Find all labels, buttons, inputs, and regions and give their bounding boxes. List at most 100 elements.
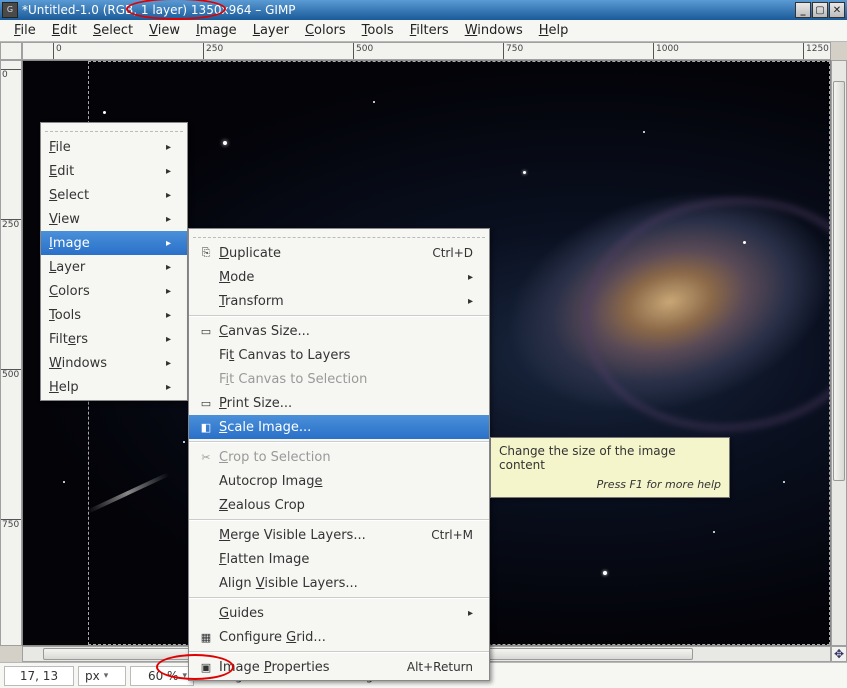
status-unit-select[interactable]: px▾ <box>78 666 126 686</box>
chevron-right-icon: ▸ <box>444 296 473 307</box>
status-zoom-select[interactable]: 60 %▾ <box>130 666 194 686</box>
maximize-button[interactable]: ▢ <box>812 2 828 18</box>
menu-item-help[interactable]: Help▸ <box>41 375 187 399</box>
chevron-right-icon: ▸ <box>142 382 171 393</box>
ruler-origin[interactable] <box>0 42 22 60</box>
menubar-item-file[interactable]: File <box>6 21 44 40</box>
menu-item-file[interactable]: File▸ <box>41 135 187 159</box>
ruler-tick: 0 <box>53 43 62 59</box>
tooltip-subtitle: Press F1 for more help <box>499 478 721 491</box>
close-button[interactable]: ✕ <box>829 2 845 18</box>
app-icon: G <box>2 2 18 18</box>
menu-item-autocrop-image[interactable]: Autocrop Image <box>189 469 489 493</box>
menubar: FileEditSelectViewImageLayerColorsToolsF… <box>0 20 847 42</box>
menu-item-mode[interactable]: Mode▸ <box>189 265 489 289</box>
menu-shortcut: Ctrl+M <box>407 528 473 542</box>
menu-item-scale-image[interactable]: ◧Scale Image... <box>189 415 489 439</box>
menu-item-align-visible-layers[interactable]: Align Visible Layers... <box>189 571 489 595</box>
chevron-right-icon: ▸ <box>142 214 171 225</box>
menu-shortcut: Ctrl+D <box>408 246 473 260</box>
menu-item-icon: ✂ <box>197 451 215 464</box>
chevron-right-icon: ▸ <box>142 334 171 345</box>
menubar-item-colors[interactable]: Colors <box>297 21 354 40</box>
menu-separator <box>189 441 489 443</box>
menu-separator <box>189 597 489 599</box>
chevron-right-icon: ▸ <box>142 142 171 153</box>
ruler-tick: 0 <box>1 69 21 80</box>
chevron-right-icon: ▸ <box>142 286 171 297</box>
menubar-item-filters[interactable]: Filters <box>402 21 457 40</box>
menubar-item-layer[interactable]: Layer <box>245 21 297 40</box>
chevron-right-icon: ▸ <box>444 608 473 619</box>
scrollbar-thumb[interactable] <box>833 81 845 481</box>
chevron-right-icon: ▸ <box>142 358 171 369</box>
chevron-right-icon: ▸ <box>444 272 473 283</box>
ruler-vertical[interactable]: 0 250 500 750 <box>0 60 22 646</box>
window-titlebar: G *Untitled-1.0 (RGB, 1 layer) 1350x964 … <box>0 0 847 20</box>
menu-item-icon: ▦ <box>197 631 215 644</box>
menu-item-select[interactable]: Select▸ <box>41 183 187 207</box>
ruler-tick: 750 <box>503 43 523 59</box>
ruler-tick: 500 <box>353 43 373 59</box>
tooltip: Change the size of the image content Pre… <box>490 437 730 498</box>
menu-shortcut: Alt+Return <box>383 660 473 674</box>
menu-item-guides[interactable]: Guides▸ <box>189 601 489 625</box>
menu-tearoff[interactable] <box>45 124 183 132</box>
menu-item-duplicate[interactable]: ⎘DuplicateCtrl+D <box>189 241 489 265</box>
menubar-item-image[interactable]: Image <box>188 21 245 40</box>
ruler-tick: 1000 <box>653 43 679 59</box>
workspace: 0 250 500 750 1000 1250 0 250 500 750 ✥ File▸Edi… <box>0 42 847 662</box>
menu-item-windows[interactable]: Windows▸ <box>41 351 187 375</box>
ruler-tick: 500 <box>1 369 21 380</box>
ruler-tick: 1250 <box>803 43 829 59</box>
context-menu-image: ⎘DuplicateCtrl+DMode▸Transform▸ ▭Canvas S… <box>188 228 490 681</box>
menu-item-icon: ▭ <box>197 325 215 338</box>
menu-item-configure-grid[interactable]: ▦Configure Grid... <box>189 625 489 649</box>
chevron-right-icon: ▸ <box>142 166 171 177</box>
menu-item-icon: ▣ <box>197 661 215 674</box>
menubar-item-windows[interactable]: Windows <box>457 21 531 40</box>
menu-item-image[interactable]: Image▸ <box>41 231 187 255</box>
menu-item-flatten-image[interactable]: Flatten Image <box>189 547 489 571</box>
scrollbar-vertical[interactable] <box>831 60 847 646</box>
menu-item-print-size[interactable]: ▭Print Size... <box>189 391 489 415</box>
menu-item-crop-to-selection: ✂Crop to Selection <box>189 445 489 469</box>
menu-item-colors[interactable]: Colors▸ <box>41 279 187 303</box>
menu-separator <box>189 651 489 653</box>
chevron-down-icon: ▾ <box>104 671 109 681</box>
menu-item-canvas-size[interactable]: ▭Canvas Size... <box>189 319 489 343</box>
nav-corner-icon[interactable]: ✥ <box>831 646 847 662</box>
menu-item-layer[interactable]: Layer▸ <box>41 255 187 279</box>
minimize-button[interactable]: _ <box>795 2 811 18</box>
ruler-tick: 250 <box>1 219 21 230</box>
menu-item-icon: ⎘ <box>197 246 215 260</box>
menu-item-icon: ◧ <box>197 421 215 434</box>
chevron-down-icon: ▾ <box>182 671 187 681</box>
context-menu-main: File▸Edit▸Select▸View▸Image▸Layer▸Colors… <box>40 122 188 401</box>
menu-item-filters[interactable]: Filters▸ <box>41 327 187 351</box>
menu-item-tools[interactable]: Tools▸ <box>41 303 187 327</box>
menubar-item-select[interactable]: Select <box>85 21 141 40</box>
ruler-horizontal[interactable]: 025050075010001250 <box>22 42 831 60</box>
menu-item-image-properties[interactable]: ▣Image PropertiesAlt+Return <box>189 655 489 679</box>
menu-item-icon: ▭ <box>197 397 215 410</box>
ruler-tick: 750 <box>1 519 21 530</box>
menu-item-zealous-crop[interactable]: Zealous Crop <box>189 493 489 517</box>
chevron-right-icon: ▸ <box>142 238 171 249</box>
menubar-item-view[interactable]: View <box>141 21 188 40</box>
menu-item-edit[interactable]: Edit▸ <box>41 159 187 183</box>
status-coords: 17, 13 <box>4 666 74 686</box>
menu-item-view[interactable]: View▸ <box>41 207 187 231</box>
tooltip-title: Change the size of the image content <box>499 444 721 472</box>
menubar-item-help[interactable]: Help <box>531 21 577 40</box>
menu-tearoff[interactable] <box>193 230 485 238</box>
menu-item-fit-canvas-to-layers[interactable]: Fit Canvas to Layers <box>189 343 489 367</box>
chevron-right-icon: ▸ <box>142 190 171 201</box>
menu-item-fit-canvas-to-selection: Fit Canvas to Selection <box>189 367 489 391</box>
window-controls: _ ▢ ✕ <box>795 2 845 18</box>
menubar-item-tools[interactable]: Tools <box>354 21 402 40</box>
menu-item-merge-visible-layers[interactable]: Merge Visible Layers...Ctrl+M <box>189 523 489 547</box>
menubar-item-edit[interactable]: Edit <box>44 21 85 40</box>
menu-separator <box>189 315 489 317</box>
menu-item-transform[interactable]: Transform▸ <box>189 289 489 313</box>
